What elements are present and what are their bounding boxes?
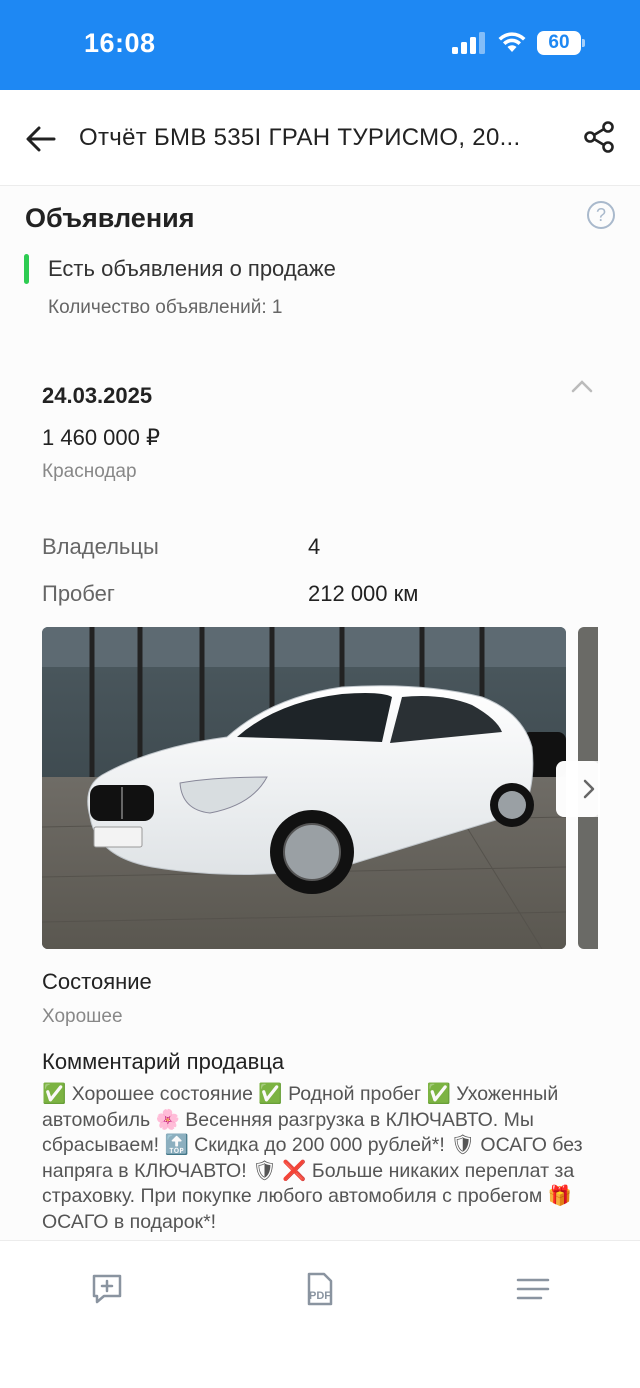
share-icon[interactable] [582, 120, 616, 154]
listing-price: 1 460 000 ₽ [42, 425, 160, 450]
pdf-label: PDF [309, 1290, 331, 1302]
question-circle-icon[interactable]: ? [586, 200, 616, 230]
report-content[interactable]: Объявления ? Есть объявления о продаже К… [0, 186, 640, 1240]
condition-value: Хорошее [42, 1006, 123, 1027]
menu-icon[interactable] [515, 1271, 551, 1307]
pdf-icon[interactable]: PDF [301, 1271, 337, 1307]
status-bar: 16:08 60 [0, 0, 640, 90]
owners-label: Владельцы [42, 534, 159, 559]
battery-level: 60 [537, 31, 581, 55]
battery-icon: 60 [537, 31, 585, 55]
chevron-right-icon[interactable] [556, 761, 600, 817]
mileage-label: Пробег [42, 581, 115, 606]
section-title: Объявления [25, 203, 195, 233]
car-photo[interactable] [42, 627, 566, 949]
seller-comment-text: ✅ Хорошее состояние ✅ Родной пробег ✅ Ух… [42, 1083, 583, 1233]
bottom-toolbar: PDF [0, 1240, 640, 1388]
listing-city: Краснодар [42, 461, 137, 482]
chevron-up-icon[interactable] [570, 378, 594, 394]
signal-icon [452, 32, 485, 54]
listing-count: Количество объявлений: 1 [48, 297, 283, 318]
app-bar: Отчёт БМВ 535I ГРАН ТУРИСМО, 20... [0, 90, 640, 186]
status-time: 16:08 [84, 28, 156, 58]
status-indicator [24, 254, 29, 284]
svg-text:?: ? [596, 205, 606, 225]
arrow-left-icon[interactable] [24, 122, 58, 156]
listing-status: Есть объявления о продаже [48, 256, 336, 281]
page-title: Отчёт БМВ 535I ГРАН ТУРИСМО, 20... [79, 124, 521, 151]
condition-label: Состояние [42, 969, 152, 994]
owners-value: 4 [308, 534, 321, 559]
wifi-icon [498, 32, 526, 52]
seller-comment-label: Комментарий продавца [42, 1049, 285, 1074]
mileage-value: 212 000 км [308, 581, 419, 606]
listings-section: Объявления ? Есть объявления о продаже К… [0, 186, 640, 1240]
listing-date: 24.03.2025 [42, 383, 153, 408]
comment-add-icon[interactable] [89, 1271, 125, 1307]
